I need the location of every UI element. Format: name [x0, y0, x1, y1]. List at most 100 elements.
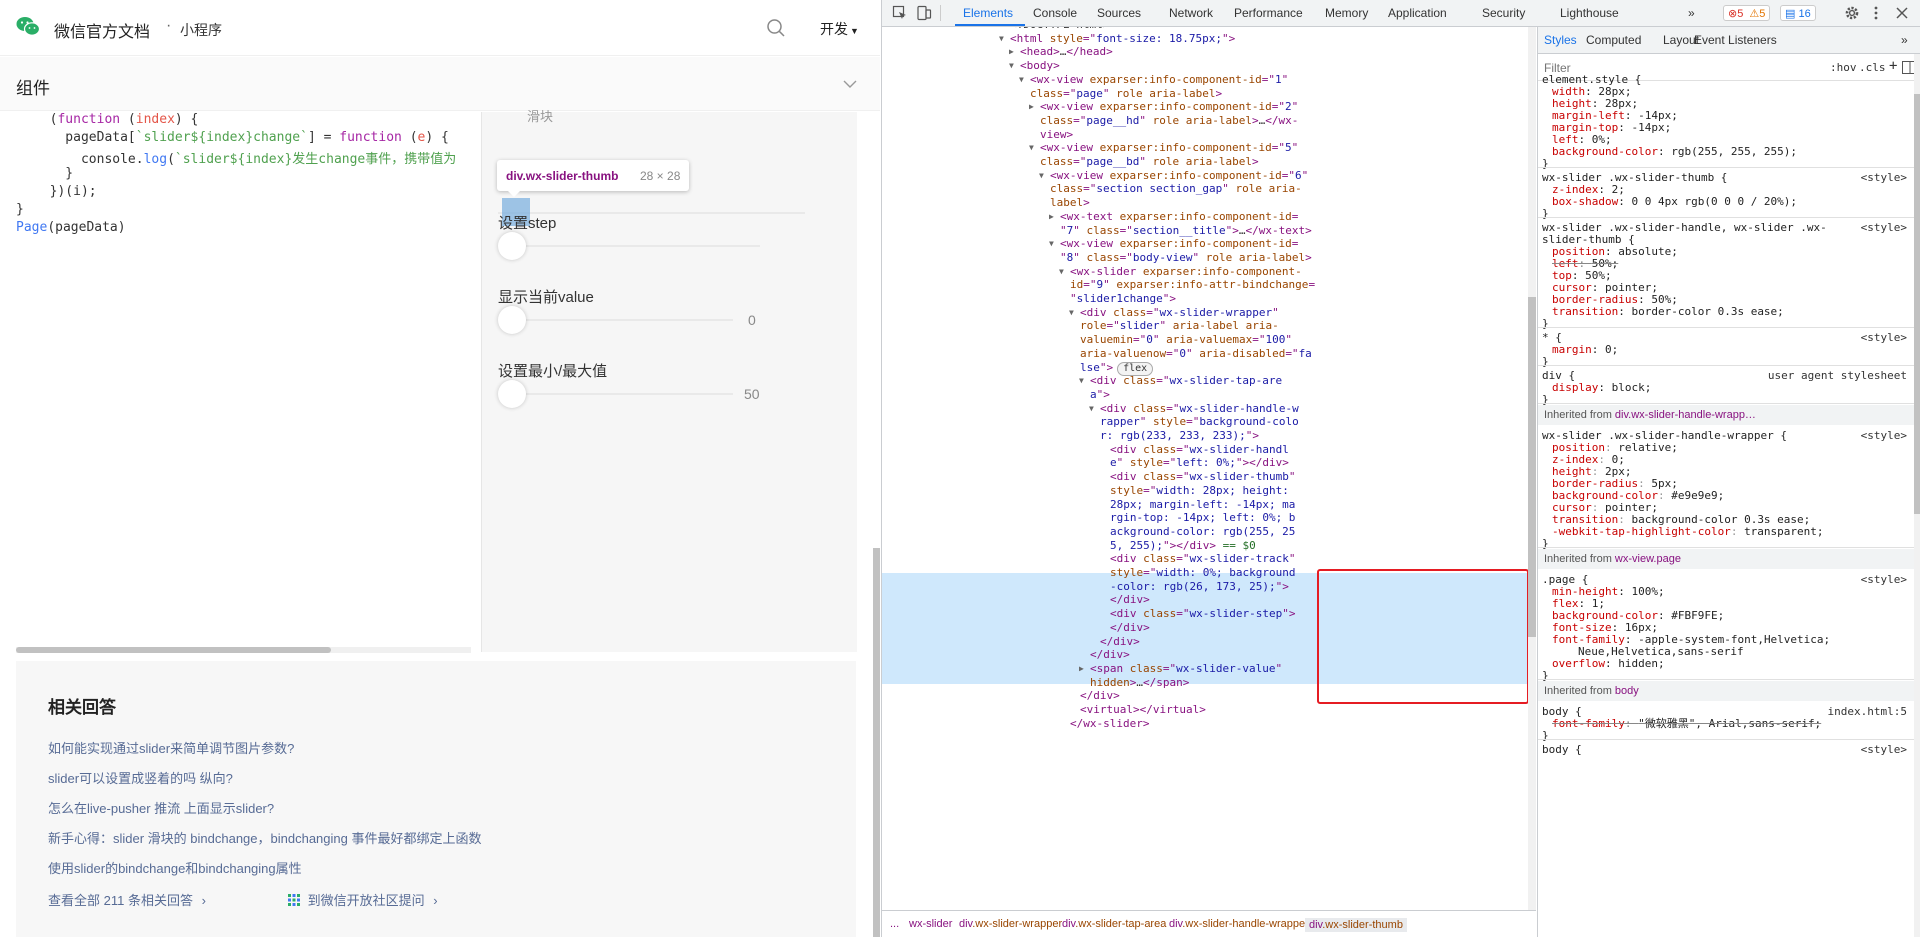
inherited-element[interactable]: div.wx-slider-handle-wrapp…: [1615, 409, 1756, 421]
dom-node-line[interactable]: valuemin="0" aria-valuemax="100": [1080, 333, 1292, 347]
dom-node-line[interactable]: e" style="left: 0%;"></div>: [1110, 456, 1289, 470]
settings-gear-icon[interactable]: [1844, 5, 1860, 21]
css-value[interactable]: rgb(255, 255, 255);: [1671, 145, 1797, 158]
css-value[interactable]: 0;: [1605, 343, 1618, 356]
css-property[interactable]: transition: [1552, 305, 1618, 318]
dom-node-line[interactable]: </wx-slider>: [1070, 717, 1149, 731]
tab-lighthouse[interactable]: Lighthouse: [1560, 6, 1619, 20]
expand-arrow-icon[interactable]: ▼: [1039, 169, 1044, 183]
slider-thumb[interactable]: [498, 380, 526, 408]
view-all-link[interactable]: 查看全部 211 条相关回答 ›: [48, 890, 206, 909]
related-question-link[interactable]: 如何能实现通过slider来简单调节图片参数?: [48, 738, 294, 757]
dom-node-line[interactable]: "slider1change">: [1070, 292, 1176, 306]
inherited-element[interactable]: wx-view.page: [1615, 553, 1681, 565]
collapse-arrow-icon[interactable]: ▶: [1009, 45, 1014, 59]
rule-source-link[interactable]: <style>: [1861, 429, 1907, 442]
issue-badges[interactable]: ⊗5 ⚠5: [1723, 5, 1771, 21]
dom-node-line[interactable]: rapper" style="background-colo: [1100, 415, 1299, 429]
expand-arrow-icon[interactable]: ▼: [1089, 402, 1094, 416]
breadcrumb-item[interactable]: div.wx-slider-wrapper: [959, 918, 1062, 930]
css-value[interactable]: -14px;: [1631, 121, 1671, 134]
dom-node-line[interactable]: style="width: 0%; background: [1110, 566, 1295, 580]
breadcrumb-item[interactable]: div.wx-slider-tap-area: [1062, 918, 1166, 930]
dom-node-line[interactable]: </div>: [1110, 621, 1150, 635]
dom-node-line[interactable]: r: rgb(233, 233, 233);">: [1100, 429, 1259, 443]
related-question-link[interactable]: slider可以设置成竖着的吗 纵向?: [48, 768, 233, 787]
tab-network[interactable]: Network: [1169, 6, 1213, 20]
css-value[interactable]: "微软雅黑", Arial,sans-serif;: [1638, 717, 1821, 730]
dom-node-line[interactable]: -color: rgb(26, 173, 25);">: [1110, 580, 1289, 594]
css-property[interactable]: font-family: [1552, 717, 1625, 730]
dom-node-line[interactable]: ▼ <div class="wx-slider-wrapper": [1069, 306, 1279, 320]
scrollbar-thumb[interactable]: [16, 647, 331, 653]
dom-node-line[interactable]: rgin-top: -14px; left: 0%; b: [1110, 511, 1295, 525]
expand-arrow-icon[interactable]: ▼: [1049, 237, 1054, 251]
breadcrumb-item[interactable]: ...: [890, 918, 899, 930]
rule-source-link[interactable]: index.html:5: [1828, 705, 1907, 718]
more-tabs-icon[interactable]: »: [1901, 33, 1908, 47]
hov-toggle[interactable]: :hov: [1830, 61, 1857, 74]
ask-community-link[interactable]: 到微信开放社区提问 ›: [288, 890, 438, 909]
dom-node-line[interactable]: hidden>…</span>: [1090, 676, 1189, 690]
dom-node-line[interactable]: <div class="wx-slider-handl: [1110, 443, 1289, 457]
slider-track[interactable]: [498, 245, 760, 247]
dom-node-line[interactable]: <div class="wx-slider-track": [1110, 552, 1295, 566]
dom-node-line[interactable]: label>: [1050, 196, 1090, 210]
breadcrumb-item[interactable]: div.wx-slider-handle-wrapper: [1169, 918, 1309, 930]
dom-node-line[interactable]: ▼ <wx-view exparser:info-component-id="5": [1029, 141, 1298, 155]
dom-node-line[interactable]: </div>: [1110, 593, 1150, 607]
tab-memory[interactable]: Memory: [1325, 6, 1368, 20]
related-question-link[interactable]: 使用slider的bindchange和bindchanging属性: [48, 858, 302, 877]
css-value[interactable]: border-color 0.3s ease;: [1631, 305, 1783, 318]
css-property[interactable]: -webkit-tap-highlight-color: [1552, 525, 1731, 538]
elements-vertical-scrollbar[interactable]: [1528, 27, 1536, 910]
dom-node-line[interactable]: class="page__hd" role aria-label>…</wx-: [1040, 114, 1298, 128]
rule-source-link[interactable]: <style>: [1861, 171, 1907, 184]
dom-node-line[interactable]: role="slider" aria-label aria-: [1080, 319, 1279, 333]
css-property[interactable]: background-color: [1552, 145, 1658, 158]
inherited-element[interactable]: body: [1615, 685, 1639, 697]
dom-node-line[interactable]: ▼ <div class="wx-slider-tap-are: [1079, 374, 1282, 388]
dom-node-line[interactable]: aria-valuenow="0" aria-disabled="fa: [1080, 347, 1312, 361]
dom-node-line[interactable]: id="9" exparser:info-attr-bindchange=: [1070, 278, 1315, 292]
expand-arrow-icon[interactable]: ▼: [1009, 59, 1014, 73]
slider-track[interactable]: [498, 393, 733, 395]
slider-thumb[interactable]: [498, 306, 526, 334]
collapse-arrow-icon[interactable]: ▶: [1029, 100, 1034, 114]
rule-source-link[interactable]: <style>: [1861, 743, 1907, 756]
chevron-down-icon[interactable]: [843, 77, 857, 91]
dom-node-line[interactable]: ▼ <div class="wx-slider-handle-w: [1089, 402, 1299, 416]
dom-node-line[interactable]: a">: [1090, 388, 1110, 402]
collapse-arrow-icon[interactable]: ▶: [1079, 662, 1084, 676]
expand-arrow-icon[interactable]: ▼: [1019, 73, 1024, 87]
dom-node-line[interactable]: "8" class="body-view" role aria-label>: [1060, 251, 1312, 265]
css-value[interactable]: #FBF9FE;: [1671, 609, 1724, 622]
dom-node-line[interactable]: <virtual></virtual>: [1080, 703, 1206, 717]
css-value[interactable]: hidden;: [1618, 657, 1664, 670]
dom-node-line[interactable]: ▼ <wx-view exparser:info-component-id="1": [1019, 73, 1288, 87]
rule-source-link[interactable]: user agent stylesheet: [1768, 369, 1907, 382]
expand-arrow-icon[interactable]: ▼: [1059, 265, 1064, 279]
css-value[interactable]: 100%;: [1631, 585, 1664, 598]
dom-node-line[interactable]: ▶ <span class="wx-slider-value": [1079, 662, 1282, 676]
styles-tab-styles[interactable]: Styles: [1544, 33, 1577, 47]
dom-node-line[interactable]: ▼ <wx-view exparser:info-component-id=: [1049, 237, 1298, 251]
dom-node-line[interactable]: ▶ <wx-text exparser:info-component-id=: [1049, 210, 1298, 224]
css-value[interactable]: 0 0 4px rgb(0 0 0 / 20%);: [1631, 195, 1797, 208]
expand-arrow-icon[interactable]: ▼: [1069, 306, 1074, 320]
cls-toggle[interactable]: .cls: [1859, 61, 1886, 74]
dom-node-line[interactable]: ▼ <wx-view exparser:info-component-id="6": [1039, 169, 1308, 183]
dom-node-line[interactable]: "7" class="section__title">…</wx-text>: [1060, 224, 1312, 238]
message-badge[interactable]: ▤ 16: [1780, 5, 1816, 21]
collapse-arrow-icon[interactable]: ▶: [1049, 210, 1054, 224]
styles-tab-event-listeners[interactable]: Event Listeners: [1694, 33, 1777, 47]
dom-node-line[interactable]: 5, 255);"></div> == $0: [1110, 539, 1256, 553]
rule-source-link[interactable]: <style>: [1861, 331, 1907, 344]
dom-node-line[interactable]: </div>: [1080, 689, 1120, 703]
dom-node-line[interactable]: 28px; margin-left: -14px; ma: [1110, 498, 1295, 512]
expand-arrow-icon[interactable]: ▼: [999, 32, 1004, 46]
dom-node-line[interactable]: <div class="wx-slider-step">: [1110, 607, 1295, 621]
dom-node-line[interactable]: view>: [1040, 128, 1073, 142]
close-icon[interactable]: [1894, 5, 1910, 21]
expand-arrow-icon[interactable]: ▼: [1079, 374, 1084, 388]
